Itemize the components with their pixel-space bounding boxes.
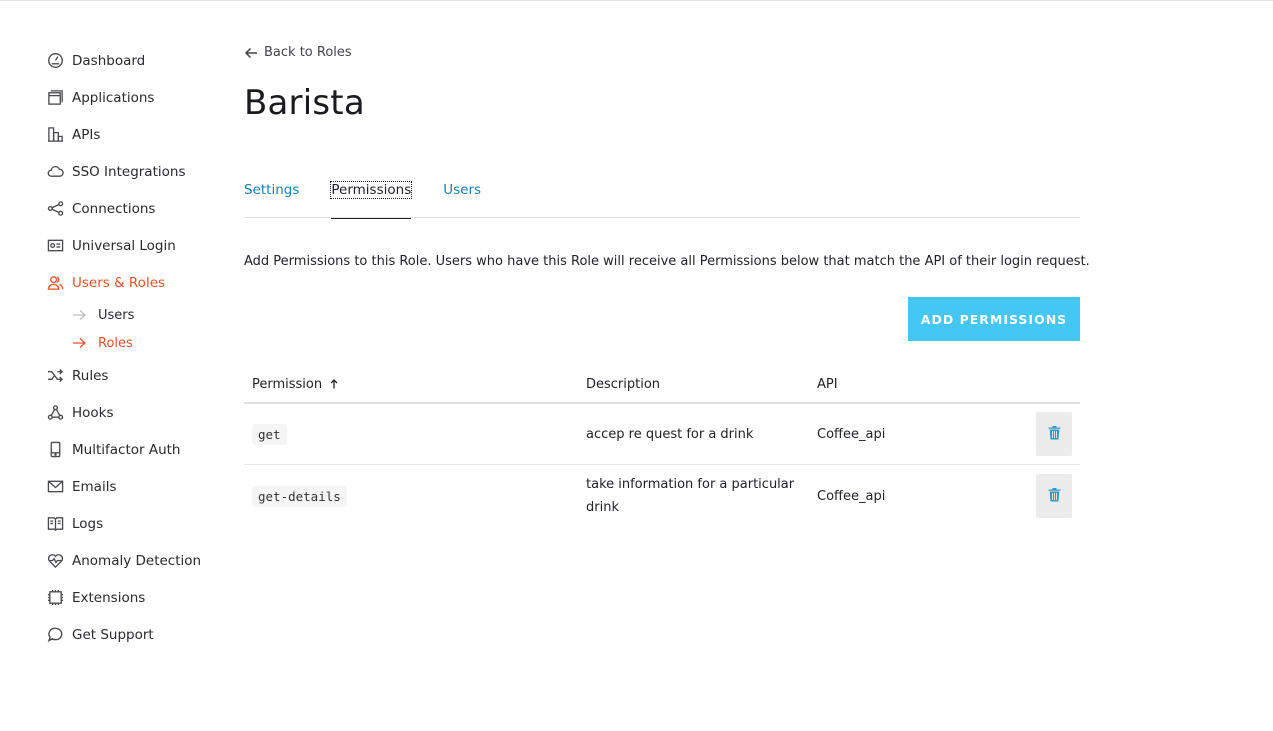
- table-row: get accep re quest for a drink Coffee_ap…: [244, 404, 1080, 465]
- sidebar-subitem-label: Users: [98, 307, 135, 323]
- permission-name: get: [252, 423, 287, 445]
- sidebar-subitem-roles[interactable]: Roles: [46, 329, 236, 357]
- phone-icon: [46, 441, 64, 459]
- rules-icon: [46, 367, 64, 385]
- back-to-roles-link[interactable]: Back to Roles: [244, 45, 352, 60]
- cloud-icon: [46, 163, 64, 181]
- extensions-icon: [46, 589, 64, 607]
- sidebar-item-label: SSO Integrations: [72, 163, 186, 180]
- sidebar-item-universal-login[interactable]: Universal Login: [46, 227, 236, 264]
- column-header-api: API: [817, 376, 838, 392]
- sidebar-item-label: Get Support: [72, 626, 154, 643]
- permission-name: get-details: [252, 485, 347, 507]
- tab-users[interactable]: Users: [443, 182, 481, 218]
- sidebar-item-sso-integrations[interactable]: SSO Integrations: [46, 153, 236, 190]
- delete-permission-button[interactable]: [1036, 474, 1072, 518]
- sidebar-item-label: Rules: [72, 367, 109, 384]
- sidebar-item-applications[interactable]: Applications: [46, 79, 236, 116]
- top-border: [0, 0, 1273, 1]
- column-header-description: Description: [586, 376, 661, 392]
- heart-icon: [46, 552, 64, 570]
- arrow-left-icon: [244, 46, 258, 60]
- arrow-right-icon: [72, 309, 86, 321]
- delete-permission-button[interactable]: [1036, 412, 1072, 456]
- sidebar-item-label: Anomaly Detection: [72, 552, 202, 569]
- sidebar-item-connections[interactable]: Connections: [46, 190, 236, 227]
- sidebar-item-extensions[interactable]: Extensions: [46, 579, 236, 616]
- trash-icon: [1048, 425, 1061, 443]
- tab-permissions[interactable]: Permissions: [330, 181, 413, 219]
- dashboard-icon: [46, 52, 64, 70]
- permissions-description: Add Permissions to this Role. Users who …: [244, 254, 1090, 269]
- sidebar-item-get-support[interactable]: Get Support: [46, 616, 236, 653]
- permission-description: take information for a particular drink: [586, 477, 795, 515]
- tab-bar: Settings Permissions Users: [244, 181, 1080, 219]
- permissions-table: Permission Description API get accep re …: [244, 366, 1080, 527]
- book-icon: [46, 515, 64, 533]
- users-icon: [46, 274, 64, 292]
- sidebar: Dashboard Applications APIs SSO Integrat…: [46, 42, 236, 653]
- column-header-permission[interactable]: Permission: [244, 377, 578, 392]
- sidebar-item-hooks[interactable]: Hooks: [46, 394, 236, 431]
- sidebar-item-anomaly-detection[interactable]: Anomaly Detection: [46, 542, 236, 579]
- tab-settings[interactable]: Settings: [244, 182, 299, 218]
- sidebar-item-rules[interactable]: Rules: [46, 357, 236, 394]
- back-link-label: Back to Roles: [264, 45, 352, 60]
- trash-icon: [1048, 487, 1061, 505]
- sidebar-item-label: Users & Roles: [72, 274, 166, 291]
- permission-description: accep re quest for a drink: [586, 426, 754, 442]
- permission-api: Coffee_api: [817, 488, 886, 504]
- sidebar-item-label: Universal Login: [72, 237, 176, 254]
- connections-icon: [46, 200, 64, 218]
- sidebar-item-logs[interactable]: Logs: [46, 505, 236, 542]
- sidebar-item-label: Hooks: [72, 404, 114, 421]
- sidebar-item-label: Applications: [72, 89, 155, 106]
- mail-icon: [46, 478, 64, 496]
- table-header: Permission Description API: [244, 366, 1080, 404]
- sidebar-item-label: Connections: [72, 200, 156, 217]
- sidebar-item-label: Dashboard: [72, 52, 146, 69]
- sidebar-item-label: APIs: [72, 126, 101, 143]
- sidebar-item-label: Logs: [72, 515, 104, 532]
- chat-icon: [46, 626, 64, 644]
- sidebar-item-emails[interactable]: Emails: [46, 468, 236, 505]
- table-row: get-details take information for a parti…: [244, 465, 1080, 527]
- add-permissions-button[interactable]: ADD PERMISSIONS: [908, 297, 1080, 341]
- sidebar-item-label: Extensions: [72, 589, 146, 606]
- sidebar-item-label: Multifactor Auth: [72, 441, 181, 458]
- arrow-right-icon: [72, 337, 86, 349]
- sort-ascending-icon: [330, 379, 338, 389]
- applications-icon: [46, 89, 64, 107]
- hooks-icon: [46, 404, 64, 422]
- permission-api: Coffee_api: [817, 426, 886, 442]
- sidebar-subitem-users[interactable]: Users: [46, 301, 236, 329]
- apis-icon: [46, 126, 64, 144]
- sidebar-item-dashboard[interactable]: Dashboard: [46, 42, 236, 79]
- sidebar-subitem-label: Roles: [98, 335, 133, 351]
- sidebar-item-apis[interactable]: APIs: [46, 116, 236, 153]
- sidebar-item-users-roles[interactable]: Users & Roles: [46, 264, 236, 301]
- sidebar-item-label: Emails: [72, 478, 117, 495]
- sidebar-item-multifactor-auth[interactable]: Multifactor Auth: [46, 431, 236, 468]
- page-title: Barista: [244, 83, 365, 123]
- universal-login-icon: [46, 237, 64, 255]
